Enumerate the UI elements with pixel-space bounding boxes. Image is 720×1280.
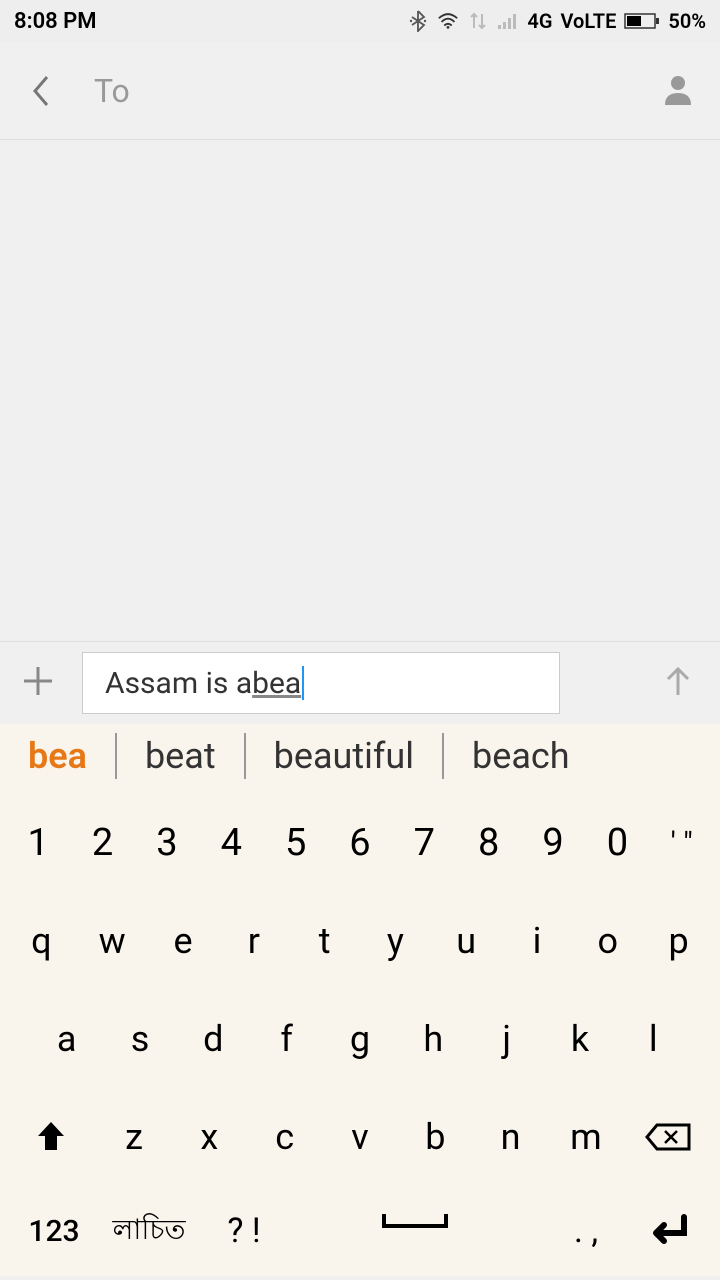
suggestion-primary[interactable]: bea: [0, 735, 115, 777]
attach-button[interactable]: [18, 661, 62, 705]
key-n[interactable]: n: [473, 1088, 548, 1186]
key-u[interactable]: u: [431, 892, 502, 990]
key-f[interactable]: f: [250, 990, 323, 1088]
battery-icon: [624, 10, 660, 32]
status-right: 4G VoLTE 50%: [407, 9, 706, 33]
language-key[interactable]: লাচিত: [94, 1208, 204, 1255]
key-r[interactable]: r: [218, 892, 289, 990]
suggestion-item[interactable]: beat: [117, 735, 244, 777]
key-t[interactable]: t: [289, 892, 360, 990]
key-1[interactable]: 1: [6, 794, 70, 892]
key-d[interactable]: d: [177, 990, 250, 1088]
status-time: 8:08 PM: [14, 9, 97, 34]
key-0[interactable]: 0: [585, 794, 649, 892]
key-q[interactable]: q: [6, 892, 77, 990]
volte-label: VoLTE: [560, 9, 616, 33]
cursor: [302, 666, 304, 700]
key-p[interactable]: p: [643, 892, 714, 990]
key-6[interactable]: 6: [328, 794, 392, 892]
key-i[interactable]: i: [502, 892, 573, 990]
punct-key-1[interactable]: ? !: [204, 1211, 284, 1251]
key-v[interactable]: v: [322, 1088, 397, 1186]
signal-icon: [497, 10, 519, 32]
kb-number-row: 1 2 3 4 5 6 7 8 9 0 ' ": [0, 794, 720, 892]
bluetooth-icon: [407, 10, 429, 32]
kb-row-asdf: a s d f g h j k l: [0, 990, 720, 1088]
suggestion-item[interactable]: beach: [444, 735, 598, 777]
key-a[interactable]: a: [30, 990, 103, 1088]
compose-header: To: [0, 42, 720, 140]
key-s[interactable]: s: [103, 990, 176, 1088]
key-m[interactable]: m: [548, 1088, 623, 1186]
key-e[interactable]: e: [148, 892, 219, 990]
key-x[interactable]: x: [172, 1088, 247, 1186]
key-b[interactable]: b: [398, 1088, 473, 1186]
status-bar: 8:08 PM 4G VoLTE 50%: [0, 0, 720, 42]
kb-row-qwerty: q w e r t y u i o p: [0, 892, 720, 990]
numeric-key[interactable]: 123: [14, 1214, 94, 1249]
key-5[interactable]: 5: [263, 794, 327, 892]
key-3[interactable]: 3: [135, 794, 199, 892]
key-j[interactable]: j: [470, 990, 543, 1088]
key-quote[interactable]: ' ": [650, 794, 714, 892]
key-y[interactable]: y: [360, 892, 431, 990]
to-field[interactable]: To: [94, 72, 660, 110]
kb-row-zxcv: z x c v b n m: [0, 1088, 720, 1186]
suggestion-item[interactable]: beautiful: [246, 735, 442, 777]
key-k[interactable]: k: [543, 990, 616, 1088]
input-text-underlined: bea: [252, 666, 301, 701]
key-9[interactable]: 9: [521, 794, 585, 892]
key-2[interactable]: 2: [70, 794, 134, 892]
send-button[interactable]: [658, 661, 702, 705]
shift-key[interactable]: [6, 1088, 96, 1186]
input-text-plain: Assam is a: [105, 666, 252, 701]
key-c[interactable]: c: [247, 1088, 322, 1186]
contact-icon[interactable]: [660, 71, 700, 111]
suggestion-bar: bea beat beautiful beach: [0, 724, 720, 788]
key-l[interactable]: l: [617, 990, 690, 1088]
key-w[interactable]: w: [77, 892, 148, 990]
key-g[interactable]: g: [323, 990, 396, 1088]
key-o[interactable]: o: [572, 892, 643, 990]
key-h[interactable]: h: [397, 990, 470, 1088]
key-z[interactable]: z: [96, 1088, 171, 1186]
message-body[interactable]: [0, 140, 720, 642]
wifi-icon: [437, 10, 459, 32]
back-button[interactable]: [20, 71, 60, 111]
punct-key-2[interactable]: . ,: [546, 1211, 626, 1251]
input-row: Assam is a bea: [0, 642, 720, 724]
keyboard: 1 2 3 4 5 6 7 8 9 0 ' " q w e r t y u i …: [0, 788, 720, 1276]
message-input[interactable]: Assam is a bea: [82, 652, 560, 714]
backspace-key[interactable]: [624, 1088, 714, 1186]
key-7[interactable]: 7: [392, 794, 456, 892]
battery-label: 50%: [668, 9, 706, 33]
key-4[interactable]: 4: [199, 794, 263, 892]
network-label: 4G: [527, 9, 552, 33]
key-8[interactable]: 8: [457, 794, 521, 892]
space-key[interactable]: [284, 1212, 546, 1250]
data-arrows-icon: [467, 10, 489, 32]
enter-key[interactable]: [626, 1213, 706, 1249]
kb-bottom-row: 123 লাচিত ? ! . ,: [0, 1186, 720, 1276]
